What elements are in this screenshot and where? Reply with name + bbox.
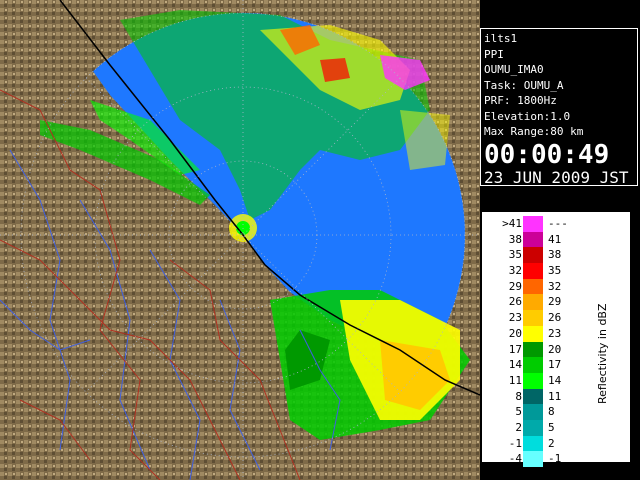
legend-color-swatch [523, 216, 543, 232]
legend-lower-bound: -4 [508, 452, 522, 466]
legend-row: >41 --- [494, 216, 590, 232]
legend-lower-bound: 32 [508, 264, 522, 278]
legend-lower-bound: -1 [508, 436, 522, 450]
legend-lower-bound: 11 [508, 373, 522, 387]
legend-color-swatch [523, 388, 543, 405]
legend-upper-bound: 2 [548, 436, 555, 450]
legend-upper-bound: 5 [548, 420, 555, 434]
legend-row: 26 29 [494, 294, 590, 311]
legend-color-swatch [523, 263, 543, 279]
legend-title: Reflectivity in dBZ [596, 303, 609, 404]
radar-image [0, 0, 480, 480]
max-range-value: Max Range:80 km [484, 125, 584, 138]
legend-lower-bound: 14 [508, 358, 522, 372]
scan-mode: PPI [484, 47, 504, 61]
legend-row: 29 32 [494, 278, 590, 295]
legend-row: -4 -1 [494, 451, 590, 467]
scan-time: 00:00:49 [484, 139, 610, 170]
legend-lower-bound: 2 [515, 420, 522, 434]
legend-upper-bound: 26 [548, 311, 562, 325]
legend-color-swatch [523, 294, 543, 311]
legend-upper-bound: 38 [548, 248, 562, 262]
legend-upper-bound: 41 [548, 232, 562, 246]
legend-upper-bound: -1 [548, 452, 562, 466]
legend-color-swatch [523, 231, 543, 248]
legend-row: 32 35 [494, 263, 590, 279]
prf-value: PRF: 1800Hz [484, 94, 557, 107]
radar-ppi-view[interactable] [0, 0, 480, 480]
legend-color-swatch [523, 372, 543, 389]
legend-row: 25 [494, 419, 590, 436]
legend-color-swatch [523, 310, 543, 326]
legend-row: 14 17 [494, 357, 590, 373]
legend-upper-bound: 17 [548, 358, 562, 372]
legend-lower-bound: 26 [508, 295, 522, 309]
legend-upper-bound: 8 [548, 405, 555, 419]
legend-row: 11 14 [494, 372, 590, 389]
legend-lower-bound: 8 [515, 389, 522, 403]
legend-row: 38 41 [494, 231, 590, 248]
scan-date: 23 JUN 2009 JST [484, 167, 629, 187]
legend-lower-bound: >41 [502, 217, 522, 230]
legend-upper-bound: --- [548, 217, 568, 230]
legend-lower-bound: 17 [508, 342, 522, 356]
legend-lower-bound: 35 [508, 248, 522, 262]
legend-upper-bound: 20 [548, 342, 562, 356]
legend-color-swatch [523, 325, 543, 342]
task-name: Task: OUMU_A [484, 78, 564, 92]
legend-row: 20 23 [494, 325, 590, 342]
legend-lower-bound: 5 [515, 405, 522, 419]
legend-upper-bound: 35 [548, 264, 562, 278]
station-name: ilts1 [484, 32, 518, 45]
radar-info-panel: ilts1 PPI OUMU_IMA0 Task: OUMU_A PRF: 18… [480, 28, 638, 187]
legend-color-swatch [523, 247, 543, 264]
legend-color-swatch [523, 435, 543, 452]
legend-lower-bound: 20 [508, 326, 522, 340]
legend-lower-bound: 29 [508, 279, 522, 293]
legend-lower-bound: 38 [508, 232, 522, 246]
elevation-value: Elevation:1.0 [484, 109, 571, 123]
legend-color-swatch [523, 357, 543, 373]
legend-row: 23 26 [494, 310, 590, 326]
legend-row: 35 38 [494, 247, 590, 264]
legend-upper-bound: 11 [548, 389, 562, 403]
legend-row: 17 20 [494, 341, 590, 358]
legend-upper-bound: 29 [548, 295, 562, 309]
legend-row: -1 2 [494, 435, 590, 452]
legend-lower-bound: 23 [508, 311, 522, 325]
product-name: OUMU_IMA0 [484, 63, 544, 76]
legend-upper-bound: 32 [548, 279, 562, 293]
legend-row: 8 11 [494, 388, 590, 405]
legend-upper-bound: 23 [548, 326, 562, 340]
legend-color-swatch [523, 419, 543, 436]
legend-upper-bound: 14 [548, 373, 562, 387]
legend-color-swatch [523, 404, 543, 420]
legend-color-swatch [523, 451, 543, 467]
legend-color-swatch [523, 341, 543, 358]
legend-row: 58 [494, 404, 590, 420]
legend-color-swatch [523, 278, 543, 295]
legend-rows: >41 --- 38 41 35 38 32 35 29 32 26 29 23 26 20 23 17 20 14… [494, 216, 590, 467]
